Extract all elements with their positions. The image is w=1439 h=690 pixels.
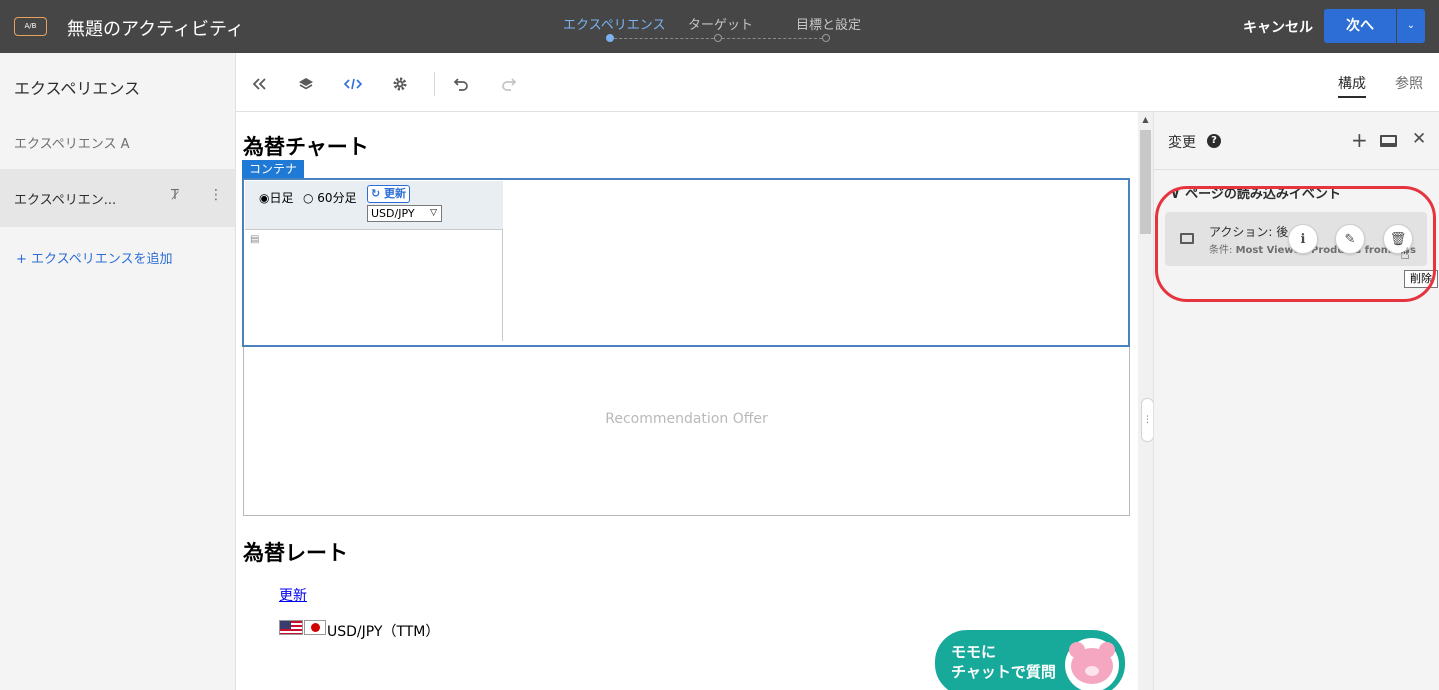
experience-item-label: エクスペリエン...: [14, 193, 117, 208]
chat-button[interactable]: モモに チャットで質問: [933, 628, 1127, 690]
currency-value: USD/JPY: [371, 207, 415, 220]
changes-header: 変更 ? + ✕: [1154, 112, 1439, 170]
toolbar-divider: [434, 72, 435, 96]
radio-60min[interactable]: ○ 60分足: [303, 189, 357, 206]
radio-daily-label: 日足: [269, 191, 294, 205]
step-dot-targeting: [714, 34, 722, 42]
container-tag[interactable]: コンテナ: [242, 160, 305, 178]
step-targeting[interactable]: ターゲット: [688, 14, 753, 33]
ab-activity-badge: A/B: [14, 17, 47, 36]
currency-select[interactable]: USD/JPY ▽: [367, 205, 442, 222]
editor-toolbar: 構成 参照: [236, 53, 1439, 112]
chart-image-area: ▤: [245, 229, 503, 341]
activity-title[interactable]: 無題のアクティビティ: [67, 15, 244, 41]
changes-title: 変更: [1168, 135, 1196, 151]
refresh-icon: ↻: [371, 187, 385, 200]
broken-image-icon: ▤: [250, 234, 260, 245]
chevron-down-icon: ⌄: [1406, 20, 1416, 31]
tab-browse[interactable]: 参照: [1395, 73, 1423, 93]
code-icon[interactable]: [342, 73, 364, 95]
japan-flag-icon: [304, 620, 326, 635]
step-dot-goals: [822, 34, 830, 42]
bear-nose: [1085, 666, 1099, 676]
chart-heading[interactable]: 為替チャート: [243, 131, 369, 161]
bear-mascot-icon: [1065, 638, 1119, 690]
selected-container[interactable]: ◉日足 ○ 60分足 ↻ 更新 USD/JPY ▽ ▤: [242, 178, 1130, 347]
chevron-down-icon: ▽: [430, 208, 437, 218]
japan-flag-disc: [311, 623, 320, 632]
cancel-button[interactable]: キャンセル: [1243, 17, 1313, 37]
scroll-thumb[interactable]: [1140, 130, 1151, 234]
experience-item-a[interactable]: エクスペリエンス A: [14, 133, 129, 152]
update-link[interactable]: 更新: [279, 585, 307, 605]
more-options-icon[interactable]: ⋮: [209, 187, 223, 203]
us-flag-icon: [279, 620, 303, 635]
chart-controls: ◉日足 ○ 60分足 ↻ 更新 USD/JPY ▽: [245, 181, 503, 229]
radio-60min-label: 60分足: [317, 191, 357, 205]
undo-icon[interactable]: [450, 73, 472, 95]
highlight-annotation: [1155, 186, 1436, 302]
rename-icon[interactable]: T̷: [171, 188, 179, 203]
radio-unchecked-icon: ○: [303, 191, 318, 205]
step-goals-settings[interactable]: 目標と設定: [796, 14, 861, 33]
help-icon[interactable]: ?: [1207, 134, 1221, 148]
experience-item-selected[interactable]: エクスペリエン... T̷ ⋮: [0, 169, 235, 227]
add-change-icon[interactable]: +: [1351, 128, 1368, 152]
app-root: A/B 無題のアクティビティ エクスペリエンス ターゲット 目標と設定 キャンセ…: [0, 0, 1439, 690]
collapse-left-icon[interactable]: [248, 73, 270, 95]
page-canvas: 為替チャート コンテナ ◉日足 ○ 60分足 ↻ 更新 USD/JPY ▽ ▤ R…: [236, 112, 1138, 690]
refresh-button[interactable]: ↻ 更新: [367, 185, 411, 203]
tab-compose[interactable]: 構成: [1338, 73, 1366, 98]
refresh-label: 更新: [384, 187, 407, 200]
scroll-up-arrow-icon[interactable]: ▲: [1138, 115, 1153, 124]
layers-icon[interactable]: [295, 73, 317, 95]
recommendation-label: Recommendation Offer: [605, 411, 768, 427]
top-bar: A/B 無題のアクティビティ エクスペリエンス ターゲット 目標と設定 キャンセ…: [0, 0, 1439, 53]
next-button[interactable]: 次へ: [1324, 9, 1396, 43]
add-experience-link[interactable]: + エクスペリエンスを追加: [16, 248, 172, 267]
screen-toggle-icon[interactable]: [1380, 135, 1397, 147]
sidebar-title: エクスペリエンス: [14, 79, 141, 98]
radio-checked-icon: ◉: [259, 191, 270, 205]
chart-widget[interactable]: ◉日足 ○ 60分足 ↻ 更新 USD/JPY ▽ ▤: [245, 181, 503, 341]
us-flag-canton: [280, 621, 291, 629]
radio-daily[interactable]: ◉日足: [259, 189, 294, 206]
step-connector: [722, 38, 822, 39]
close-icon[interactable]: ✕: [1412, 129, 1426, 149]
next-menu-button[interactable]: ⌄: [1397, 9, 1425, 43]
rate-heading[interactable]: 為替レート: [243, 537, 348, 567]
gear-icon[interactable]: [389, 73, 411, 95]
chat-label: モモに チャットで質問: [951, 643, 1056, 681]
redo-icon[interactable]: [498, 73, 520, 95]
rate-label: USD/JPY（TTM）: [327, 624, 440, 640]
step-experiences[interactable]: エクスペリエンス: [563, 14, 665, 33]
step-dot-experiences: [606, 34, 614, 42]
recommendation-offer[interactable]: Recommendation Offer: [243, 347, 1130, 516]
step-connector: [614, 38, 714, 39]
experiences-sidebar: エクスペリエンス エクスペリエンス A エクスペリエン... T̷ ⋮ + エク…: [0, 53, 236, 690]
